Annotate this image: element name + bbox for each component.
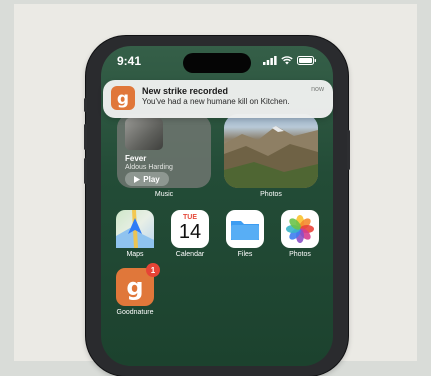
notification-banner[interactable]: g New strike recorded You've had a new h… — [103, 80, 333, 118]
play-label: Play — [143, 174, 160, 184]
notification-title: New strike recorded — [142, 86, 229, 96]
music-widget-label: Music — [154, 191, 174, 198]
notification-body: You've had a new humane kill on Kitchen. — [142, 97, 290, 106]
song-artist: Aldous Harding — [125, 164, 173, 171]
battery-icon — [297, 56, 316, 65]
goodnature-label: Goodnature — [116, 309, 154, 316]
mountain-photo — [224, 126, 318, 188]
svg-text:g: g — [117, 89, 129, 109]
svg-text:g: g — [126, 273, 143, 301]
photos-icon — [286, 215, 314, 243]
files-icon — [231, 221, 259, 240]
photos-app-label: Photos — [289, 251, 311, 258]
volume-up-button[interactable] — [84, 124, 87, 150]
cellular-signal-icon — [263, 56, 277, 65]
song-title: Fever — [125, 154, 147, 163]
goodnature-notification-icon: g — [111, 86, 135, 110]
status-time: 9:41 — [117, 54, 142, 68]
maps-label: Maps — [126, 251, 144, 258]
calendar-date: 14 — [178, 221, 202, 243]
maps-icon — [116, 210, 154, 248]
maps-app[interactable] — [116, 210, 154, 248]
action-button[interactable] — [84, 98, 87, 112]
notification-badge: 1 — [146, 263, 160, 277]
calendar-day: TUE — [183, 214, 197, 221]
play-button[interactable]: Play — [125, 172, 169, 186]
files-app[interactable] — [226, 210, 264, 248]
dynamic-island — [183, 53, 251, 73]
notification-time: now — [311, 86, 324, 93]
power-button[interactable] — [347, 130, 350, 170]
music-widget[interactable]: Fever Aldous Harding Play — [117, 114, 211, 188]
files-label: Files — [237, 251, 253, 258]
volume-down-button[interactable] — [84, 158, 87, 184]
wifi-icon — [281, 56, 293, 65]
status-icons — [263, 56, 317, 65]
calendar-label: Calendar — [175, 251, 205, 258]
photos-widget-label: Photos — [260, 191, 282, 198]
calendar-app[interactable]: TUE 14 — [171, 210, 209, 248]
photos-app[interactable] — [281, 210, 319, 248]
goodnature-logo-icon: g — [117, 89, 129, 109]
album-art — [125, 118, 163, 150]
photos-widget[interactable] — [224, 114, 318, 188]
play-icon — [134, 175, 141, 183]
